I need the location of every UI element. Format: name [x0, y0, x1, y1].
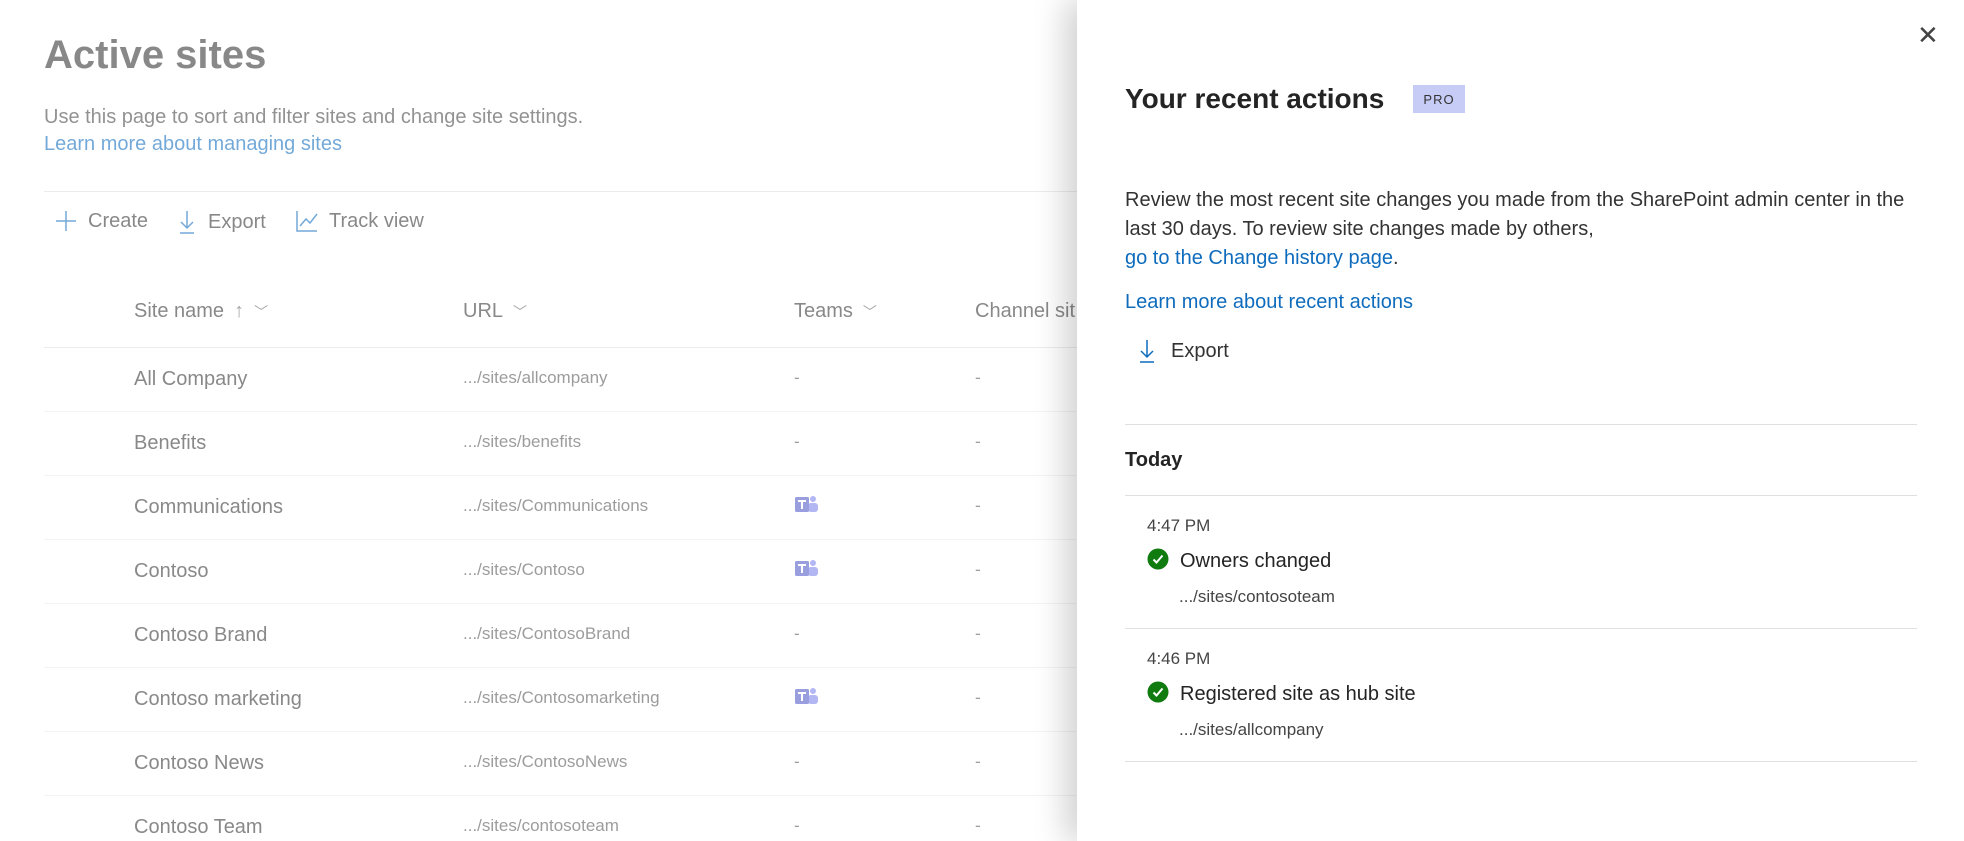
action-site-url: .../sites/allcompany	[1179, 720, 1324, 739]
modal-overlay[interactable]	[0, 0, 1080, 841]
active-sites-page: Active sites Use this page to sort and f…	[0, 0, 1080, 841]
pro-badge: PRO	[1413, 85, 1465, 113]
action-time: 4:46 PM	[1147, 649, 1211, 668]
period: .	[1392, 247, 1399, 269]
divider	[1125, 495, 1917, 496]
panel-export-button[interactable]: Export	[1137, 338, 1229, 364]
action-site-url: .../sites/contosoteam	[1179, 587, 1335, 606]
divider	[1125, 424, 1917, 425]
action-title-row: Registered site as hub site	[1147, 681, 1416, 708]
description-text: Review the most recent site changes you …	[1125, 189, 1905, 240]
close-icon[interactable]: ✕	[1917, 20, 1939, 51]
action-name: Owners changed	[1180, 550, 1332, 572]
action-name: Registered site as hub site	[1180, 683, 1416, 705]
learn-more-recent-actions-link[interactable]: Learn more about recent actions	[1125, 291, 1413, 314]
change-history-link[interactable]: go to the Change history page	[1125, 247, 1393, 269]
panel-description: Review the most recent site changes you …	[1125, 186, 1915, 273]
success-check-icon	[1147, 681, 1169, 708]
success-check-icon	[1147, 548, 1169, 575]
panel-title: Your recent actions	[1125, 83, 1385, 114]
action-title-row: Owners changed	[1147, 548, 1331, 575]
divider	[1125, 628, 1917, 629]
download-icon	[1140, 340, 1154, 363]
divider	[1125, 761, 1917, 762]
group-heading-today: Today	[1125, 449, 1183, 471]
action-time: 4:47 PM	[1147, 516, 1211, 535]
panel-export-label: Export	[1171, 339, 1229, 362]
recent-actions-panel: ✕ Your recent actions PRO Review the mos…	[1077, 0, 1964, 841]
